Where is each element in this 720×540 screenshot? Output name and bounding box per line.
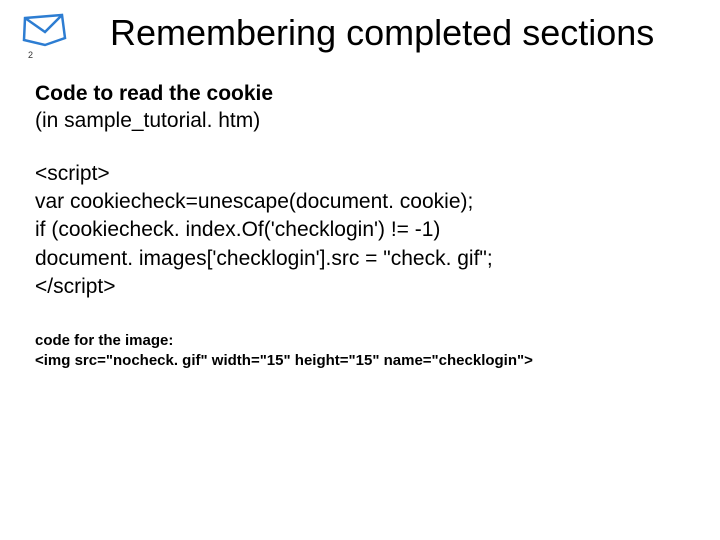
code-line: </script> [35,273,690,301]
code-line: var cookiecheck=unescape(document. cooki… [35,188,690,216]
code-line: document. images['checklogin'].src = "ch… [35,245,690,273]
code-line: if (cookiecheck. index.Of('checklogin') … [35,216,690,244]
subtitle-heading: Code to read the cookie [35,80,690,107]
code-block: <script> var cookiecheck=unescape(docume… [35,160,690,302]
slide-title: Remembering completed sections [110,13,654,53]
page-number: 2 [28,50,33,60]
envelope-icon [20,10,70,50]
subtitle-filename: (in sample_tutorial. htm) [35,107,690,134]
slide-icon-wrap: 2 [20,10,80,55]
code-line: <script> [35,160,690,188]
slide-content: Code to read the cookie (in sample_tutor… [0,60,720,380]
slide-header: 2 Remembering completed sections [0,0,720,60]
footer-heading: code for the image: [35,331,690,351]
footer-code: <img src="nocheck. gif" width="15" heigh… [35,351,690,371]
